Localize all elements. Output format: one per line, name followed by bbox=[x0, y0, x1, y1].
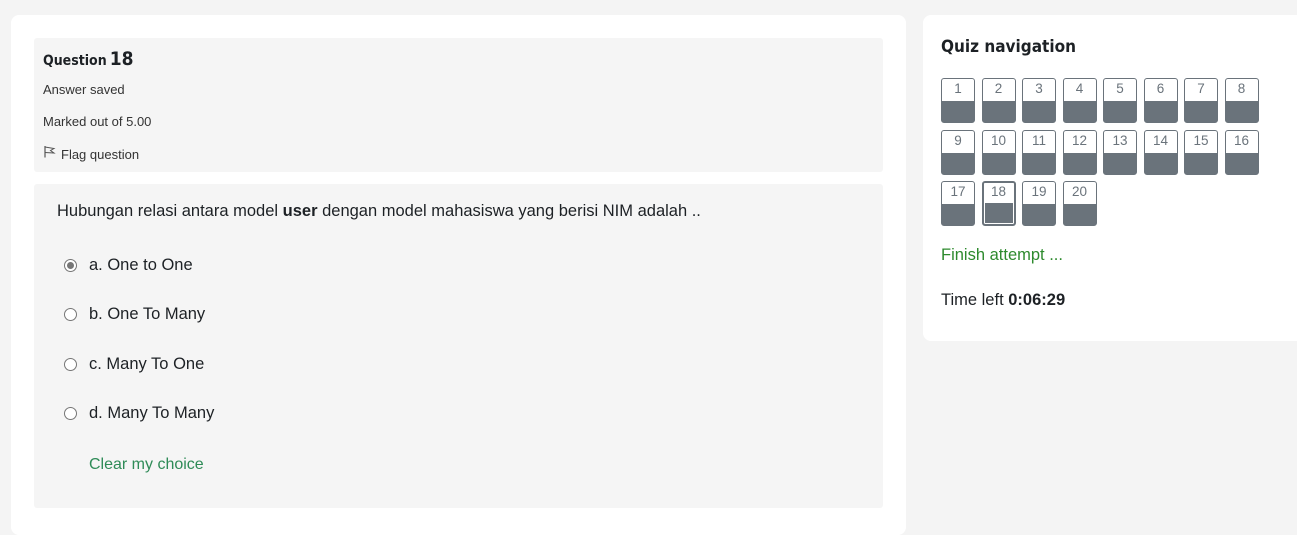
quiz-nav-button-15[interactable]: 15 bbox=[1184, 129, 1218, 175]
answer-option-label: b. One To Many bbox=[89, 305, 206, 323]
quiz-nav-button-number: 14 bbox=[1144, 130, 1177, 153]
quiz-nav-button-number: 6 bbox=[1144, 79, 1177, 101]
quiz-nav-button-number: 18 bbox=[983, 183, 1014, 203]
question-text-start: Hubungan relasi antara model bbox=[57, 202, 283, 220]
question-word: Question bbox=[43, 53, 107, 69]
question-title: Question 18 bbox=[43, 48, 874, 70]
quiz-nav-button-18[interactable]: 18 bbox=[981, 181, 1016, 226]
quiz-nav-button-number: 2 bbox=[982, 79, 1015, 101]
marks-info: Marked out of 5.00 bbox=[43, 114, 152, 129]
radio-b[interactable] bbox=[64, 308, 77, 321]
time-left: Time left 0:06:29 bbox=[941, 291, 1065, 310]
quiz-nav-button-17[interactable]: 17 bbox=[941, 181, 975, 226]
quiz-nav-button-number: 13 bbox=[1104, 130, 1136, 153]
question-number: 18 bbox=[109, 48, 134, 70]
radio-a[interactable] bbox=[64, 259, 77, 272]
answer-option-label: d. Many To Many bbox=[89, 404, 215, 422]
quiz-nav-button-14[interactable]: 14 bbox=[1143, 129, 1178, 175]
quiz-nav-button-7[interactable]: 7 bbox=[1184, 78, 1218, 123]
quiz-nav-button-number: 1 bbox=[942, 79, 974, 101]
quiz-nav-button-number: 7 bbox=[1185, 79, 1217, 101]
clear-choice-link[interactable]: Clear my choice bbox=[89, 456, 204, 474]
flag-question-label: Flag question bbox=[61, 146, 140, 162]
quiz-nav-button-number: 20 bbox=[1063, 182, 1096, 204]
question-info: Question 18 Answer saved Marked out of 5… bbox=[34, 38, 883, 172]
quiz-nav-button-number: 11 bbox=[1023, 130, 1055, 153]
quiz-nav-button-3[interactable]: 3 bbox=[1022, 78, 1056, 123]
quiz-nav-button-19[interactable]: 19 bbox=[1022, 181, 1056, 226]
quiz-nav-button-11[interactable]: 11 bbox=[1022, 129, 1056, 175]
question-text-end: dengan model mahasiswa yang berisi NIM a… bbox=[317, 202, 701, 220]
question-text-bold: user bbox=[282, 202, 318, 220]
quiz-nav-button-13[interactable]: 13 bbox=[1103, 129, 1137, 175]
answer-option-d[interactable]: d. Many To Many bbox=[64, 404, 214, 423]
flag-question-button[interactable]: Flag question bbox=[43, 145, 139, 163]
quiz-nav-button-number: 16 bbox=[1225, 130, 1258, 153]
quiz-nav-button-16[interactable]: 16 bbox=[1224, 129, 1259, 175]
quiz-nav-button-number: 17 bbox=[942, 182, 974, 204]
quiz-nav-button-2[interactable]: 2 bbox=[981, 78, 1016, 123]
quiz-nav-button-number: 19 bbox=[1023, 182, 1055, 204]
answer-option-b[interactable]: b. One To Many bbox=[64, 305, 205, 324]
time-left-label: Time left bbox=[941, 291, 1004, 309]
quiz-nav-button-5[interactable]: 5 bbox=[1103, 78, 1137, 123]
quiz-nav-button-4[interactable]: 4 bbox=[1062, 78, 1097, 123]
quiz-nav-button-number: 10 bbox=[982, 130, 1015, 153]
quiz-nav-button-number: 12 bbox=[1063, 130, 1096, 153]
quiz-navigation-panel: Quiz navigation 1 2 3 4 5 6 7 8 9 10 11 12 13 14 15 16 1… bbox=[923, 15, 1297, 341]
question-content: Hubungan relasi antara model user dengan… bbox=[34, 184, 883, 508]
answer-option-label: c. Many To One bbox=[89, 355, 205, 373]
question-text: Hubungan relasi antara model user dengan… bbox=[57, 202, 701, 221]
quiz-nav-button-20[interactable]: 20 bbox=[1062, 181, 1097, 226]
quiz-nav-button-1[interactable]: 1 bbox=[941, 78, 975, 123]
quiz-navigation-title: Quiz navigation bbox=[941, 37, 1076, 57]
answer-option-a[interactable]: a. One to One bbox=[64, 256, 193, 275]
quiz-nav-button-number: 3 bbox=[1023, 79, 1055, 101]
quiz-nav-button-number: 4 bbox=[1063, 79, 1096, 101]
quiz-nav-button-10[interactable]: 10 bbox=[981, 129, 1016, 175]
flag-icon bbox=[43, 145, 56, 163]
radio-d[interactable] bbox=[64, 407, 77, 420]
answer-option-label: a. One to One bbox=[89, 256, 193, 274]
radio-c[interactable] bbox=[64, 358, 77, 371]
finish-attempt-link[interactable]: Finish attempt ... bbox=[941, 246, 1063, 265]
quiz-nav-button-8[interactable]: 8 bbox=[1224, 78, 1259, 123]
time-left-value: 0:06:29 bbox=[1008, 291, 1066, 309]
quiz-nav-button-9[interactable]: 9 bbox=[941, 129, 975, 175]
question-card: Question 18 Answer saved Marked out of 5… bbox=[11, 15, 906, 535]
quiz-nav-button-6[interactable]: 6 bbox=[1143, 78, 1178, 123]
quiz-nav-button-12[interactable]: 12 bbox=[1062, 129, 1097, 175]
quiz-nav-button-number: 5 bbox=[1104, 79, 1136, 101]
quiz-nav-button-number: 9 bbox=[942, 130, 974, 153]
answer-state: Answer saved bbox=[43, 82, 125, 97]
quiz-nav-button-number: 15 bbox=[1185, 130, 1217, 153]
quiz-nav-button-number: 8 bbox=[1225, 79, 1258, 101]
answer-option-c[interactable]: c. Many To One bbox=[64, 355, 204, 374]
